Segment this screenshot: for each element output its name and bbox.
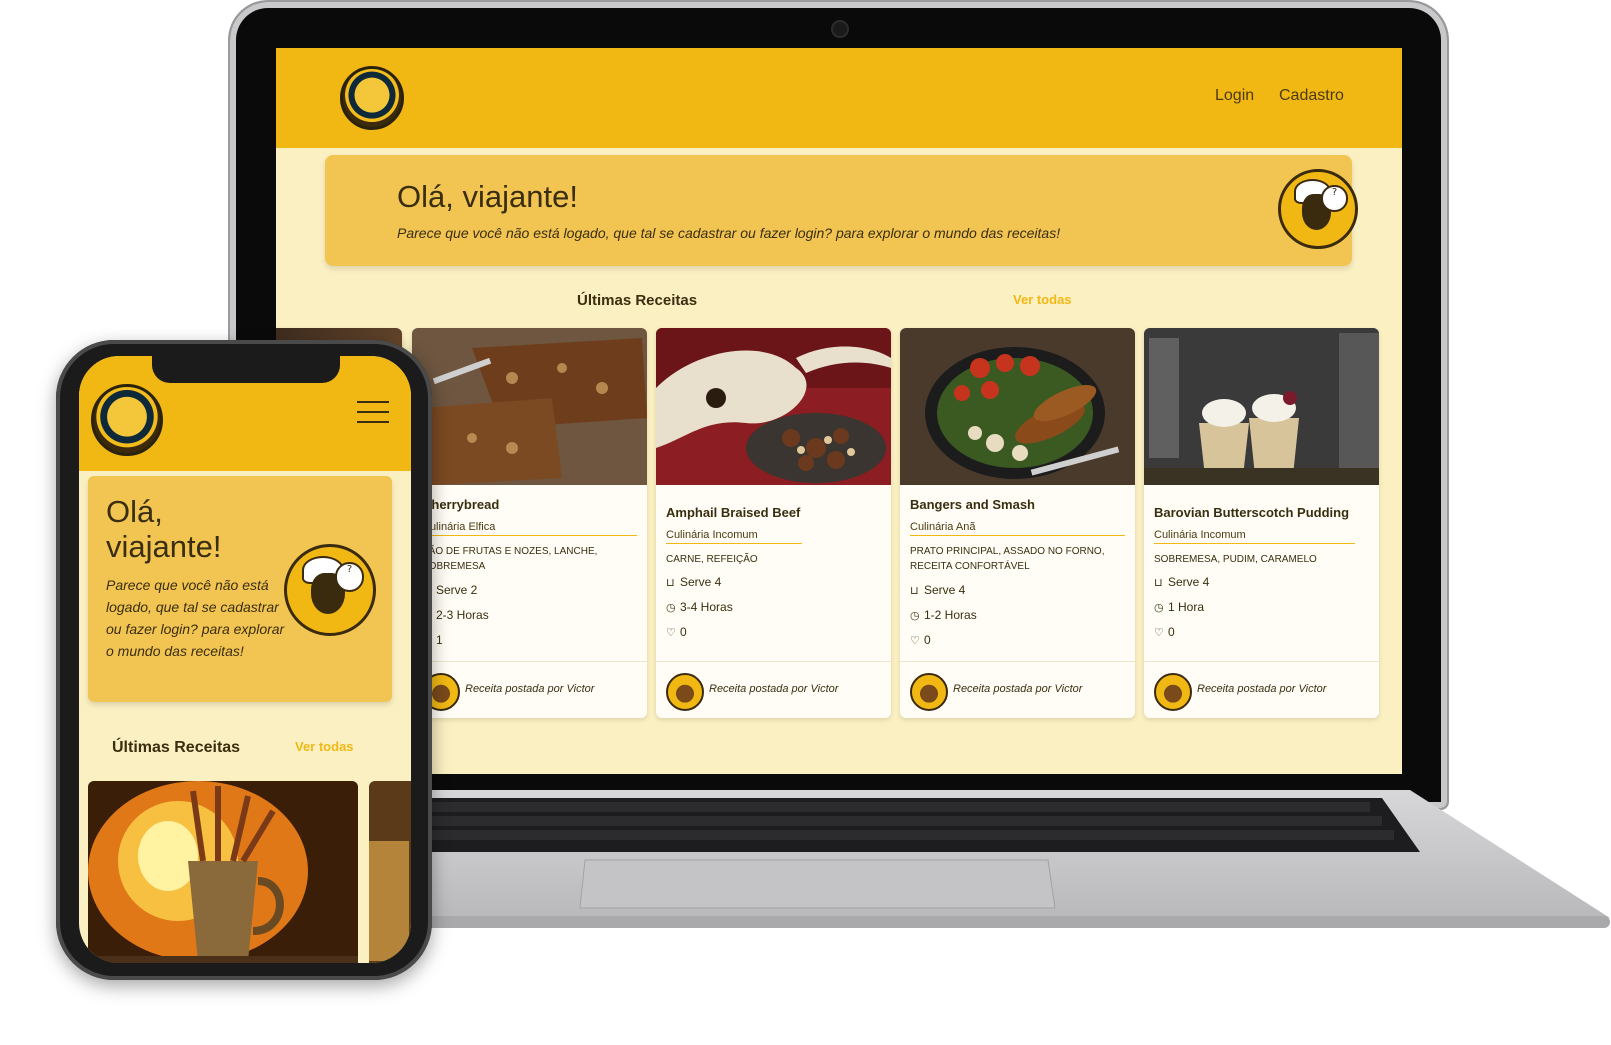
recipe-title[interactable]: Cherrybread	[422, 497, 499, 512]
recipe-cuisine: Culinária Incomum	[1154, 529, 1355, 544]
see-all-link[interactable]: Ver todas	[1013, 292, 1072, 307]
latest-recipes-title: Últimas Receitas	[577, 292, 698, 309]
recipe-card-partial[interactable]	[369, 781, 411, 963]
welcome-banner: Olá, viajante! Parece que você não está …	[325, 155, 1358, 266]
recipe-title[interactable]: Barovian Butterscotch Pudding	[1154, 505, 1349, 520]
author-avatar[interactable]	[910, 673, 948, 711]
recipe-time-text: 1-2 Horas	[924, 608, 977, 622]
desktop-screen: Login Cadastro Olá, viajante! Parece que…	[276, 48, 1402, 774]
recipe-poster: Receita postada por Victor	[1197, 683, 1327, 695]
recipe-title[interactable]: Amphail Braised Beef	[666, 505, 800, 520]
recipe-time-text: 1 Hora	[1168, 600, 1205, 614]
recipe-tags: Sobremesa, Pudim, Caramelo	[1154, 554, 1317, 565]
site-header: Login Cadastro	[276, 48, 1402, 148]
nav-cadastro-link[interactable]: Cadastro	[1279, 87, 1344, 105]
recipe-footer: Receita postada por Victor	[412, 661, 647, 718]
recipe-tags: Pão de frutas e nozes, lanche, sobremesa	[422, 546, 598, 572]
recipe-serves: ⊔ Serve 4	[666, 575, 721, 589]
recipe-image	[900, 328, 1135, 485]
recipe-poster: Receita postada por Victor	[953, 683, 1083, 695]
recipe-poster: Receita postada por Victor	[709, 683, 839, 695]
recipe-cuisine: Culinária Anã	[910, 521, 1125, 536]
see-all-link[interactable]: Ver todas	[295, 739, 354, 754]
recipe-image	[412, 328, 647, 485]
recipe-time: ◷ 3-4 Horas	[666, 600, 733, 614]
recipe-serves-text: Serve 2	[436, 583, 478, 597]
recipe-serves-text: Serve 4	[1168, 575, 1210, 589]
welcome-message: Parece que você não está logado, que tal…	[397, 225, 1061, 241]
pot-icon: ⊔	[1154, 577, 1163, 589]
author-avatar[interactable]	[666, 673, 704, 711]
timer-icon: ◷	[666, 602, 676, 614]
recipe-card[interactable]: Cherrybread Culinária Elfica Pão de frut…	[412, 328, 647, 718]
laptop-camera	[831, 20, 849, 38]
phone-notch	[152, 355, 340, 383]
heart-icon[interactable]: ♡	[666, 626, 680, 639]
recipe-time: ◷ 1-2 Horas	[910, 608, 977, 622]
recipe-cuisine: Culinária Incomum	[666, 529, 802, 544]
recipe-tags: Carne, Refeição	[666, 554, 758, 565]
recipe-likes-count: 0	[924, 633, 931, 647]
pot-icon: ⊔	[910, 585, 919, 597]
mobile-screen: Olá, viajante! Parece que você não está …	[79, 356, 411, 963]
timer-icon: ◷	[1154, 602, 1164, 614]
welcome-title: Olá, viajante!	[106, 494, 222, 564]
recipe-card-image[interactable]	[88, 781, 358, 963]
recipe-time-text: 3-4 Horas	[680, 600, 733, 614]
recipe-card[interactable]: Barovian Butterscotch Pudding Culinária …	[1144, 328, 1379, 718]
recipe-footer: Receita postada por Victor	[656, 661, 891, 718]
recipe-likes[interactable]: ♡ 0	[666, 625, 687, 639]
recipe-serves-text: Serve 4	[680, 575, 722, 589]
recipe-likes-count: 0	[1168, 625, 1175, 639]
site-logo[interactable]	[91, 384, 163, 456]
recipe-time: ◷2-3 Horas	[422, 608, 489, 622]
recipe-serves: ⊔ Serve 4	[1154, 575, 1209, 589]
hamburger-menu-icon[interactable]	[357, 401, 389, 425]
recipe-likes[interactable]: ♡ 0	[910, 633, 931, 647]
chef-mascot-icon: ?	[1278, 169, 1358, 249]
recipe-poster: Receita postada por Victor	[465, 683, 595, 695]
recipe-footer: Receita postada por Victor	[1144, 661, 1379, 718]
author-avatar[interactable]	[1154, 673, 1192, 711]
welcome-message: Parece que você não está logado, que tal…	[106, 577, 285, 659]
latest-recipes-title: Últimas Receitas	[112, 739, 241, 756]
welcome-banner: Olá, viajante! Parece que você não está …	[88, 476, 392, 702]
nav-login-link[interactable]: Login	[1215, 87, 1254, 105]
recipe-card[interactable]: Amphail Braised Beef Culinária Incomum C…	[656, 328, 891, 718]
recipe-image	[1144, 328, 1379, 485]
recipe-likes-count: 1	[436, 633, 443, 647]
heart-icon[interactable]: ♡	[1154, 626, 1168, 639]
recipe-card[interactable]: Bangers and Smash Culinária Anã Prato pr…	[900, 328, 1135, 718]
recipe-likes[interactable]: ♡ 0	[1154, 625, 1175, 639]
laptop-base	[400, 790, 1610, 928]
recipe-footer: Receita postada por Victor	[900, 661, 1135, 718]
recipe-time: ◷ 1 Hora	[1154, 600, 1204, 614]
recipe-title[interactable]: Bangers and Smash	[910, 497, 1035, 512]
site-logo[interactable]	[340, 66, 404, 130]
heart-icon[interactable]: ♡	[910, 634, 924, 647]
recipe-likes-count: 0	[680, 625, 687, 639]
timer-icon: ◷	[910, 610, 920, 622]
recipe-tags: Prato principal, assado no forno, receit…	[910, 546, 1105, 572]
welcome-title: Olá, viajante!	[397, 179, 578, 214]
recipe-cuisine: Culinária Elfica	[422, 521, 637, 536]
pot-icon: ⊔	[666, 577, 675, 589]
recipe-serves: ⊔ Serve 4	[910, 583, 965, 597]
recipe-time-text: 2-3 Horas	[436, 608, 489, 622]
recipe-serves-text: Serve 4	[924, 583, 966, 597]
recipe-image	[656, 328, 891, 485]
chef-mascot-icon: ?	[284, 544, 376, 636]
